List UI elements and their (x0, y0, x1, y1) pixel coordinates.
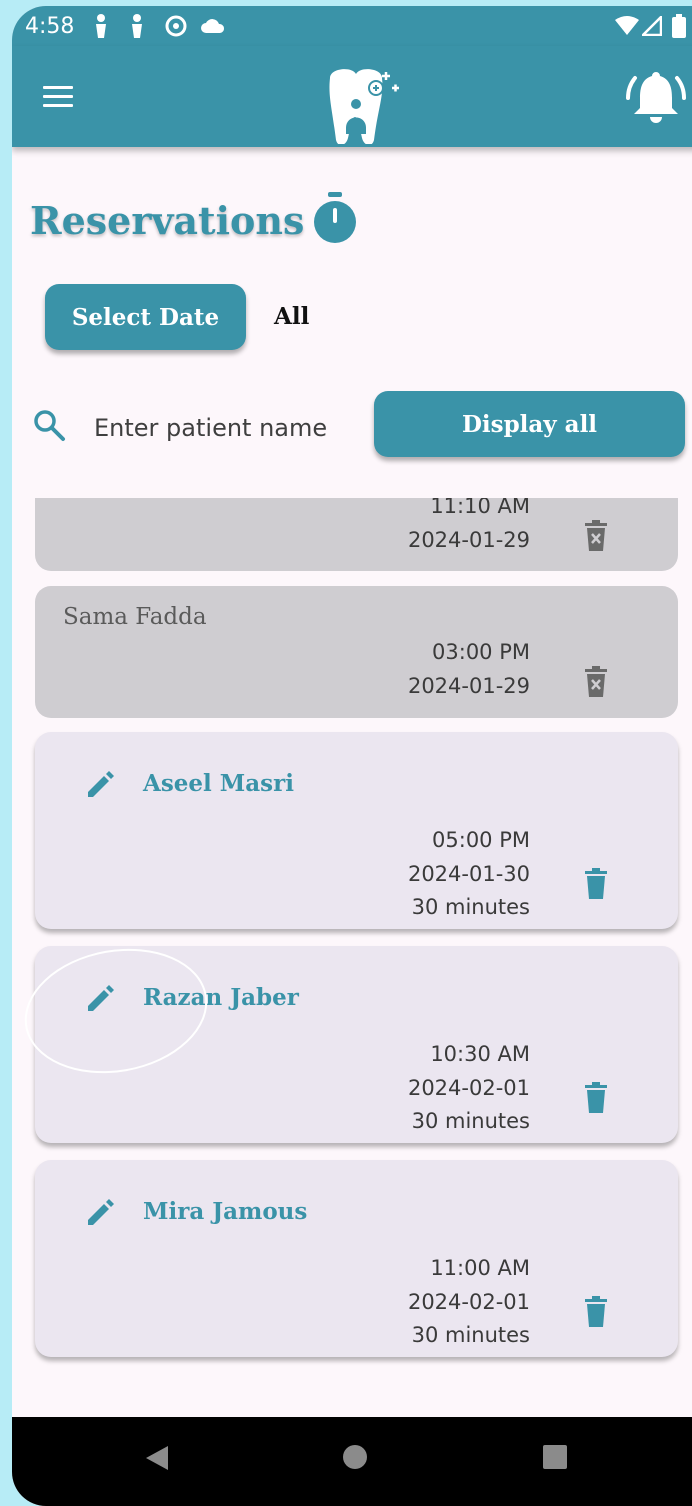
reservation-date: 2024-01-29 (407, 527, 530, 552)
delete-icon[interactable] (583, 1296, 609, 1332)
tooth-logo-icon (322, 68, 408, 148)
page-title: Reservations (30, 198, 305, 243)
patient-name: Mira Jamous (143, 1198, 308, 1225)
reservation-card: Sama Fadda 03:00 PM 2024-01-29 (35, 586, 678, 718)
reservation-time: 03:00 PM (432, 640, 530, 664)
timer-icon (312, 192, 358, 250)
reservation-duration: 30 minutes (411, 1109, 530, 1133)
patient-name: Aseel Masri (143, 770, 294, 797)
reservation-duration: 30 minutes (411, 895, 530, 919)
reservation-card: 11:10 AM 2024-01-29 (35, 498, 678, 571)
reservation-date: 2024-01-30 (407, 861, 530, 886)
sync-icon (164, 12, 188, 40)
select-date-button[interactable]: Select Date (45, 284, 246, 350)
reservation-duration: 30 minutes (411, 1323, 530, 1347)
reservation-time: 05:00 PM (432, 828, 530, 852)
signal-icon (642, 12, 662, 40)
battery-icon (672, 12, 686, 40)
status-bar: 4:58 (12, 6, 692, 46)
edit-pencil-icon[interactable] (85, 1198, 115, 1232)
recents-icon[interactable] (543, 1445, 567, 1469)
delete-icon[interactable] (583, 1082, 609, 1118)
edit-pencil-icon[interactable] (85, 984, 115, 1018)
back-icon[interactable] (144, 1445, 170, 1475)
system-nav-bar (12, 1417, 692, 1506)
notification-person-icon (128, 12, 146, 40)
reservation-card[interactable]: Mira Jamous 11:00 AM 2024-02-01 30 minut… (35, 1160, 678, 1357)
delete-forever-icon[interactable] (583, 520, 609, 556)
patient-name: Sama Fadda (63, 604, 207, 630)
search-icon (32, 408, 66, 446)
reservation-time: 11:10 AM (430, 498, 530, 518)
bell-ring-icon[interactable] (626, 66, 686, 130)
edit-pencil-icon[interactable] (85, 770, 115, 804)
patient-name: Razan Jaber (143, 984, 299, 1011)
reservation-card[interactable]: Aseel Masri 05:00 PM 2024-01-30 30 minut… (35, 732, 678, 929)
date-filter-label: All (274, 303, 310, 330)
home-icon[interactable] (343, 1445, 367, 1469)
wifi-icon (615, 12, 639, 40)
menu-icon[interactable] (40, 80, 76, 110)
app-bar (12, 46, 692, 147)
notification-person-icon (92, 12, 110, 40)
reservation-list[interactable]: 11:10 AM 2024-01-29 Sama Fadda 03:00 PM … (12, 498, 692, 1366)
delete-icon[interactable] (583, 868, 609, 904)
cloud-icon (200, 12, 226, 40)
reservation-date: 2024-01-29 (407, 673, 530, 698)
patient-search-input[interactable] (92, 406, 366, 450)
delete-forever-icon[interactable] (583, 666, 609, 702)
phone-screen: 4:58 Reservations Select Date All Enter … (12, 6, 692, 1506)
status-time: 4:58 (25, 14, 75, 39)
reservation-card[interactable]: Razan Jaber 10:30 AM 2024-02-01 30 minut… (35, 946, 678, 1143)
display-all-button[interactable]: Display all (374, 391, 685, 457)
reservation-time: 11:00 AM (430, 1256, 530, 1280)
reservation-time: 10:30 AM (430, 1042, 530, 1066)
reservation-date: 2024-02-01 (407, 1289, 530, 1314)
reservation-date: 2024-02-01 (407, 1075, 530, 1100)
